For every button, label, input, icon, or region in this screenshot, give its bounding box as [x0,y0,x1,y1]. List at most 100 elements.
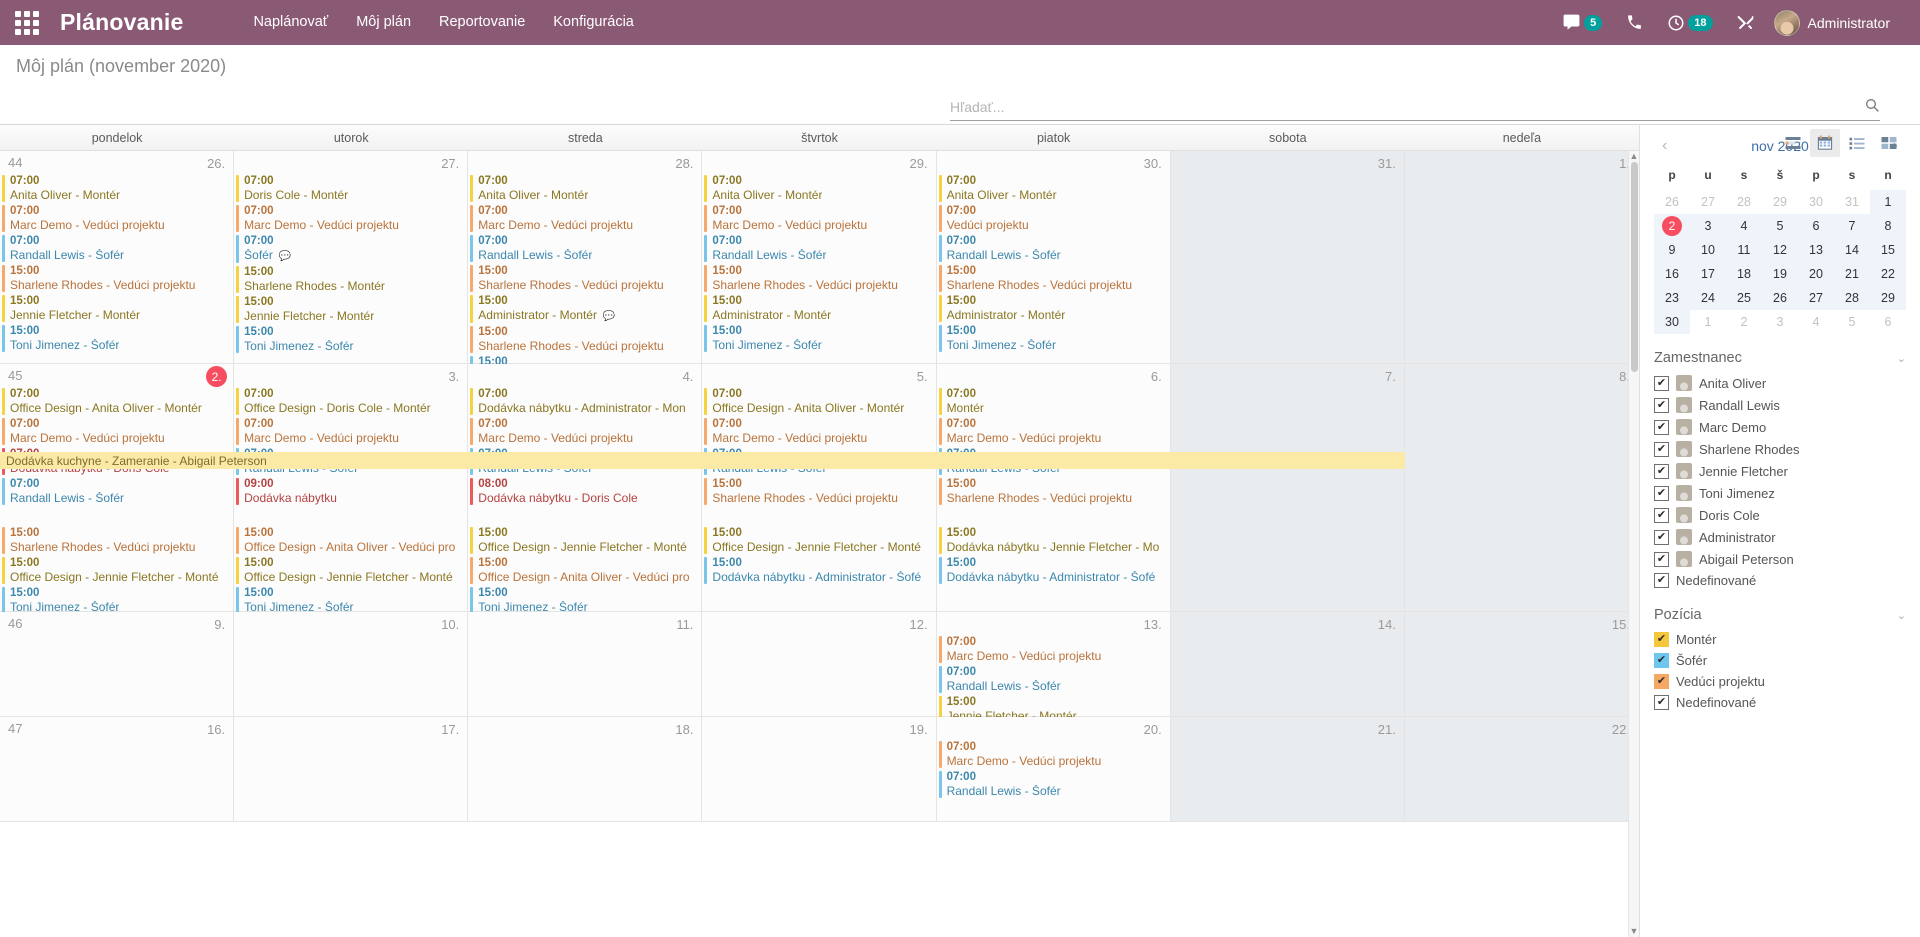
calendar-event[interactable]: 15:00 Sharlene Rhodes - Vedúci projektu [2,526,232,555]
filter-checkbox[interactable]: ✔ [1654,674,1669,689]
calendar-event[interactable]: 07:00 Randall Lewis - Šofér [938,447,1169,476]
calendar-day-cell[interactable]: 10. [234,612,469,716]
calendar-event[interactable]: 15:00 Dodávka nábytku - Administrator - Š… [938,556,1169,585]
mini-calendar-day[interactable]: 26 [1762,286,1798,310]
day-number[interactable]: 13. [1144,617,1162,632]
calendar-day-cell[interactable]: 20. 07:00 Marc Demo - Vedúci projektu 07:00… [936,717,1171,821]
mini-calendar-day[interactable]: 26 [1654,190,1690,214]
mini-calendar-day[interactable]: 18 [1726,262,1762,286]
calendar-day-cell[interactable]: 18. [468,717,703,821]
calendar-event[interactable]: 15:00 Administrator - Montér 💬 [470,294,700,324]
calendar-event[interactable]: 07:00 Randall Lewis - Šofér [470,447,700,476]
filter-item[interactable]: ✔ Administrator [1654,526,1906,548]
calendar-event[interactable]: 07:00 Randall Lewis - Šofér [2,477,232,506]
filter-checkbox[interactable]: ✔ [1654,397,1669,413]
calendar-event[interactable]: 07:00 Anita Oliver - Montér [704,174,934,203]
calendar-day-cell[interactable]: 46 9. [0,612,235,716]
activities-button[interactable]: 18 [1657,0,1722,45]
calendar-event[interactable]: 07:00 Marc Demo - Vedúci projektu [2,204,232,233]
day-number[interactable]: 20. [1144,722,1162,737]
filter-checkbox[interactable]: ✔ [1654,419,1669,435]
mini-calendar-day[interactable]: 4 [1726,214,1762,238]
messages-button[interactable]: 5 [1552,0,1612,45]
calendar-event[interactable]: 15:00 Office Design - Jennie Fletcher - M… [704,526,934,555]
calendar-event[interactable]: 07:00 Marc Demo - Vedúci projektu [236,204,466,233]
calendar-event[interactable]: 15:00 Sharlene Rhodes - Vedúci projektu [938,477,1169,506]
filter-item[interactable]: ✔ Marc Demo [1654,416,1906,438]
calendar-event[interactable]: 07:00 Marc Demo - Vedúci projektu [704,204,934,233]
calendar-event[interactable]: 15:00 Office Design - Anita Oliver - Vedú… [236,526,466,555]
mini-calendar-day[interactable]: 9 [1654,238,1690,262]
filter-item[interactable]: ✔ Jennie Fletcher [1654,460,1906,482]
mini-calendar-day[interactable]: 12 [1762,238,1798,262]
filter-item[interactable]: ✔ Anita Oliver [1654,372,1906,394]
filter-checkbox[interactable]: ✔ [1654,485,1669,501]
allday-event-label[interactable]: Dodávka kuchyne - Zameranie - Abigail Pe… [0,454,267,468]
mini-calendar-day[interactable]: 21 [1834,262,1870,286]
calendar-day-cell[interactable]: 7. [1170,364,1405,611]
calendar-day-cell[interactable]: 1. [1404,151,1639,363]
mini-calendar-day[interactable]: 30 [1654,310,1690,334]
day-number[interactable]: 29. [909,156,927,171]
calendar-day-cell[interactable]: 14. [1170,612,1405,716]
calendar-event[interactable]: 07:00 Randall Lewis - Šofér [704,234,934,263]
day-number[interactable]: 14. [1378,617,1396,632]
calendar-event[interactable]: 15:00Toni Jimenez - Šofér [704,324,934,353]
calendar-day-cell[interactable]: 45 2. 07:00 Office Design - Anita Oliver - … [0,364,235,614]
scroll-up-icon[interactable]: ▲ [1630,151,1639,162]
filter-checkbox[interactable]: ✔ [1654,573,1669,588]
calendar-day-cell[interactable]: 19. [702,717,937,821]
day-number[interactable]: 30. [1144,156,1162,171]
filter-item[interactable]: ✔ Abigail Peterson [1654,548,1906,570]
calendar-event[interactable]: 15:00 Sharlene Rhodes - Vedúci projektu [938,264,1169,293]
mini-calendar-day[interactable]: 1 [1690,310,1726,334]
calendar-event[interactable]: 15:00 Office Design - Jennie Fletcher - M… [2,556,232,585]
mini-calendar-day[interactable]: 24 [1690,286,1726,310]
calendar-event[interactable]: 07:00 Marc Demo - Vedúci projektu [470,204,700,233]
day-number[interactable]: 10. [441,617,459,632]
mini-calendar-day[interactable]: 10 [1690,238,1726,262]
filter-checkbox[interactable]: ✔ [1654,441,1669,457]
day-number[interactable]: 26. [207,156,225,171]
mini-calendar-day[interactable]: 5 [1834,310,1870,334]
menu-item-naplanovat[interactable]: Naplánovať [239,0,342,45]
filter-item[interactable]: ✔ Nedefinované [1654,692,1906,713]
calendar-event[interactable]: 07:00 Office Design - Anita Oliver - Mont… [2,387,232,416]
filter-checkbox[interactable]: ✔ [1654,551,1669,567]
calendar-event[interactable]: 07:00 Marc Demo - Vedúci projektu [938,635,1169,664]
filter-item[interactable]: ✔ Šofér [1654,650,1906,671]
mini-calendar-day[interactable]: 14 [1834,238,1870,262]
search-icon[interactable] [1864,97,1880,116]
calendar-day-cell[interactable]: 15. [1404,612,1639,716]
day-number[interactable]: 3. [448,369,459,384]
mini-calendar-day[interactable]: 17 [1690,262,1726,286]
day-number[interactable]: 27. [441,156,459,171]
mini-calendar-day[interactable]: 29 [1870,286,1906,310]
day-number[interactable]: 16. [207,722,225,737]
calendar-event[interactable]: 07:00 Marc Demo - Vedúci projektu [704,417,934,446]
mini-calendar-day[interactable]: 28 [1834,286,1870,310]
calendar-event[interactable]: 09:00 Dodávka nábytku [236,477,466,506]
day-number[interactable]: 5. [917,369,928,384]
calendar-event[interactable]: 07:00 Randall Lewis - Šofér [470,234,700,263]
calendar-event[interactable]: 07:00 Randall Lewis - Šofér [2,234,232,263]
employee-filter-header[interactable]: Zamestnanec ⌄ [1654,350,1906,366]
day-number[interactable]: 12. [909,617,927,632]
calendar-event[interactable]: 07:00 Anita Oliver - Montér [938,174,1169,203]
day-number[interactable]: 11. [676,617,693,632]
calendar-day-cell[interactable]: 5. 07:00 Office Design - Anita Oliver - Mo… [702,364,937,611]
calendar-event[interactable]: 07:00 Randall Lewis - Šofér [938,234,1169,263]
filter-item[interactable]: ✔ Doris Cole [1654,504,1906,526]
calendar-event[interactable]: 15:00 Jennie Fletcher - Montér [2,294,232,323]
calendar-event[interactable]: 07:00 Randall Lewis - Šofér [938,665,1169,694]
mini-calendar-day[interactable]: 31 [1834,190,1870,214]
filter-item[interactable]: ✔ Randall Lewis [1654,394,1906,416]
mini-calendar-day[interactable]: 22 [1870,262,1906,286]
calendar-event[interactable]: 15:00 Sharlene Rhodes - Vedúci projektu [704,477,934,506]
calendar-day-cell[interactable]: 47 16. [0,717,235,821]
day-number[interactable]: 9. [214,617,225,632]
mini-calendar-day[interactable]: 15 [1870,238,1906,262]
calendar-day-cell[interactable]: 8. [1404,364,1639,611]
calendar-day-cell[interactable]: 28. 07:00 Anita Oliver - Montér 07:00 Marc D… [468,151,703,383]
day-number[interactable]: 4. [683,369,694,384]
